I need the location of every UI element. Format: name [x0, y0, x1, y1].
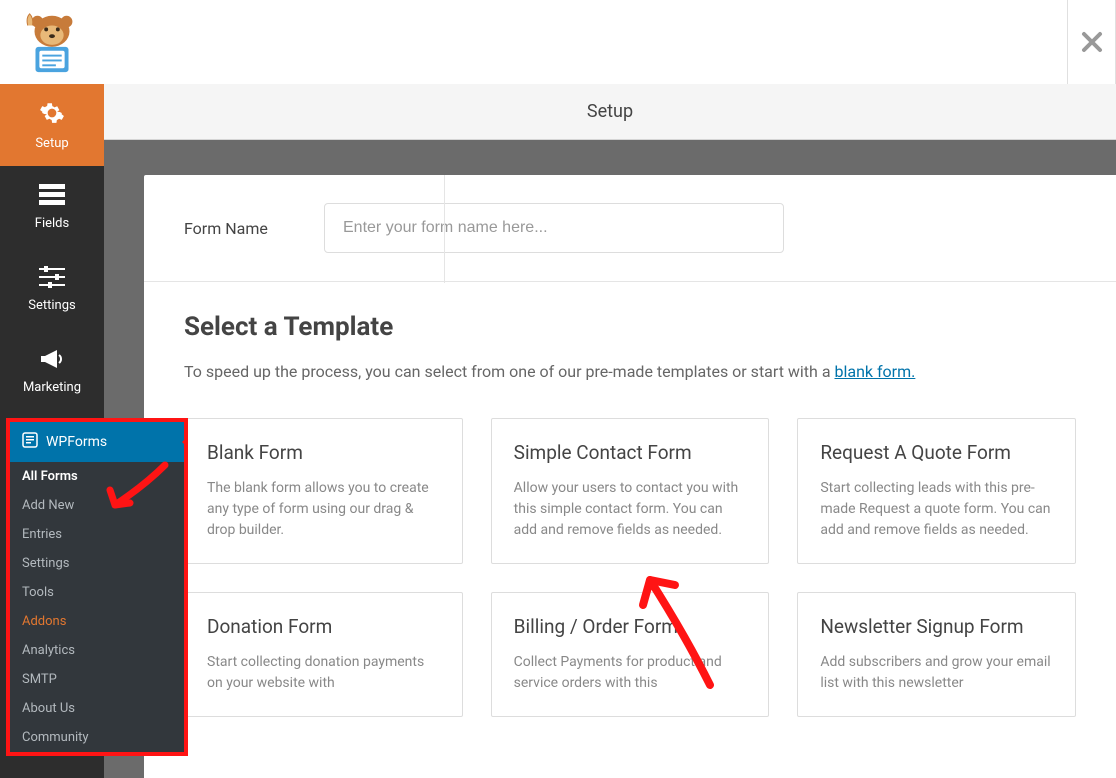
sliders-icon [39, 266, 65, 292]
template-card-title: Blank Form [207, 441, 440, 464]
sidebar-item-settings[interactable]: Settings [0, 248, 104, 330]
sidebar-item-marketing[interactable]: Marketing [0, 330, 104, 412]
template-card-desc: Start collecting donation payments on yo… [207, 652, 440, 694]
template-card-desc: Collect Payments for product and service… [514, 652, 747, 694]
sidebar-item-setup[interactable]: Setup [0, 84, 104, 166]
template-card-title: Request A Quote Form [820, 441, 1053, 464]
sidebar-item-label: Setup [35, 136, 68, 151]
template-card-title: Billing / Order Form [514, 615, 747, 638]
template-grid: Blank Form The blank form allows you to … [184, 418, 1076, 717]
wp-submenu-title: WPForms [46, 434, 107, 450]
wp-submenu-addons[interactable]: Addons [10, 607, 184, 636]
gear-icon [39, 100, 65, 130]
content-background: Form Name Select a Template To speed up … [104, 140, 1116, 778]
sidebar-item-fields[interactable]: Fields [0, 166, 104, 248]
wp-submenu-about-us[interactable]: About Us [10, 694, 184, 723]
wp-admin-submenu: WPForms All Forms Add New Entries Settin… [6, 418, 188, 756]
form-name-label: Form Name [184, 219, 324, 238]
template-subtext: To speed up the process, you can select … [184, 360, 1076, 384]
wp-submenu-analytics[interactable]: Analytics [10, 636, 184, 665]
sidebar-item-label: Marketing [23, 380, 81, 395]
template-card-desc: The blank form allows you to create any … [207, 478, 440, 541]
form-name-input[interactable] [324, 203, 784, 253]
template-section: Select a Template To speed up the proces… [144, 282, 1116, 747]
page-title-bar: Setup [104, 84, 1116, 140]
template-card-simple-contact[interactable]: Simple Contact Form Allow your users to … [491, 418, 770, 564]
wp-submenu-header[interactable]: WPForms [10, 422, 184, 462]
template-card-title: Simple Contact Form [514, 441, 747, 464]
form-icon [22, 432, 38, 452]
template-card-request-quote[interactable]: Request A Quote Form Start collecting le… [797, 418, 1076, 564]
sidebar-item-label: Fields [35, 216, 69, 231]
page-title: Setup [587, 101, 633, 122]
blank-form-link[interactable]: blank form. [835, 362, 916, 381]
template-card-newsletter[interactable]: Newsletter Signup Form Add subscribers a… [797, 592, 1076, 717]
template-card-donation[interactable]: Donation Form Start collecting donation … [184, 592, 463, 717]
template-card-title: Donation Form [207, 615, 440, 638]
form-name-row: Form Name [144, 175, 1116, 282]
template-heading: Select a Template [184, 312, 1076, 342]
template-card-desc: Allow your users to contact you with thi… [514, 478, 747, 541]
wp-submenu-entries[interactable]: Entries [10, 520, 184, 549]
wp-submenu-tools[interactable]: Tools [10, 578, 184, 607]
template-card-title: Newsletter Signup Form [820, 615, 1053, 638]
close-button[interactable] [1067, 0, 1115, 84]
template-card-blank[interactable]: Blank Form The blank form allows you to … [184, 418, 463, 564]
template-card-billing[interactable]: Billing / Order Form Collect Payments fo… [491, 592, 770, 717]
content-panel: Form Name Select a Template To speed up … [144, 175, 1116, 778]
wp-submenu-all-forms[interactable]: All Forms [10, 462, 184, 491]
wp-submenu-smtp[interactable]: SMTP [10, 665, 184, 694]
bullhorn-icon [39, 348, 65, 374]
top-bar [0, 0, 1116, 84]
wp-submenu-community[interactable]: Community [10, 723, 184, 752]
sidebar-item-label: Settings [28, 298, 75, 313]
wpforms-logo [0, 0, 104, 84]
template-card-desc: Add subscribers and grow your email list… [820, 652, 1053, 694]
list-icon [39, 184, 65, 210]
wp-submenu-add-new[interactable]: Add New [10, 491, 184, 520]
wp-submenu-settings[interactable]: Settings [10, 549, 184, 578]
template-card-desc: Start collecting leads with this pre-mad… [820, 478, 1053, 541]
